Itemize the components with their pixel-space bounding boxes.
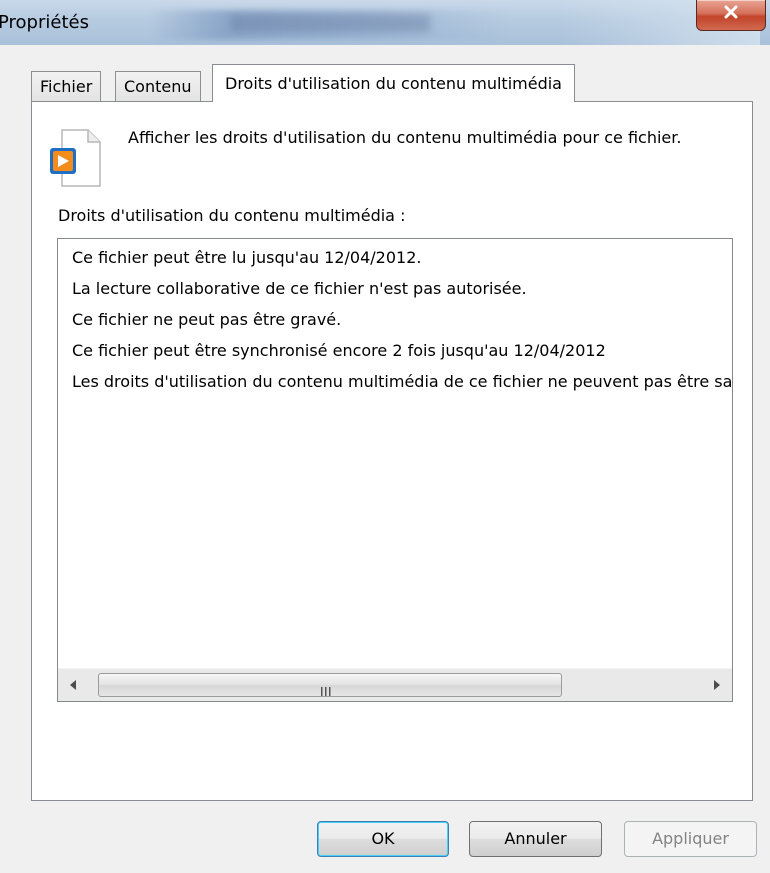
title-bar: Propriétés xyxy=(0,0,770,45)
close-icon xyxy=(724,5,738,19)
tab-panel: Afficher les droits d'utilisation du con… xyxy=(31,101,753,801)
tab-droits-utilisation[interactable]: Droits d'utilisation du contenu multiméd… xyxy=(212,64,575,102)
tab-droits-utilisation-label: Droits d'utilisation du contenu multiméd… xyxy=(225,74,562,93)
cancel-button[interactable]: Annuler xyxy=(469,821,602,857)
scrollbar-thumb[interactable] xyxy=(98,673,562,697)
list-item: La lecture collaborative de ce fichier n… xyxy=(72,279,527,298)
rights-section-label: Droits d'utilisation du contenu multiméd… xyxy=(58,206,406,225)
scrollbar-grip xyxy=(321,681,331,696)
arrow-left-icon xyxy=(70,680,76,690)
title-bar-background-detail xyxy=(230,14,430,32)
media-file-icon xyxy=(50,129,101,187)
tab-contenu[interactable]: Contenu xyxy=(115,71,201,101)
ok-button[interactable]: OK xyxy=(317,821,449,857)
scroll-left-button[interactable] xyxy=(58,669,88,701)
tab-contenu-label: Contenu xyxy=(124,77,192,96)
tab-fichier[interactable]: Fichier xyxy=(31,71,102,101)
tab-fichier-label: Fichier xyxy=(40,77,93,96)
horizontal-scrollbar[interactable] xyxy=(58,668,732,701)
scroll-right-button[interactable] xyxy=(702,669,732,701)
close-button[interactable] xyxy=(696,0,766,31)
rights-listbox[interactable]: Ce fichier peut être lu jusqu'au 12/04/2… xyxy=(57,238,733,702)
rights-list: Ce fichier peut être lu jusqu'au 12/04/2… xyxy=(58,239,732,397)
apply-button[interactable]: Appliquer xyxy=(624,821,757,857)
window-title: Propriétés xyxy=(0,12,89,33)
list-item: Ce fichier ne peut pas être gravé. xyxy=(72,310,342,329)
list-item: Ce fichier peut être synchronisé encore … xyxy=(72,341,606,360)
list-item: Ce fichier peut être lu jusqu'au 12/04/2… xyxy=(72,248,422,267)
list-item: Les droits d'utilisation du contenu mult… xyxy=(72,372,733,391)
arrow-right-icon xyxy=(714,680,720,690)
info-text: Afficher les droits d'utilisation du con… xyxy=(128,128,682,147)
